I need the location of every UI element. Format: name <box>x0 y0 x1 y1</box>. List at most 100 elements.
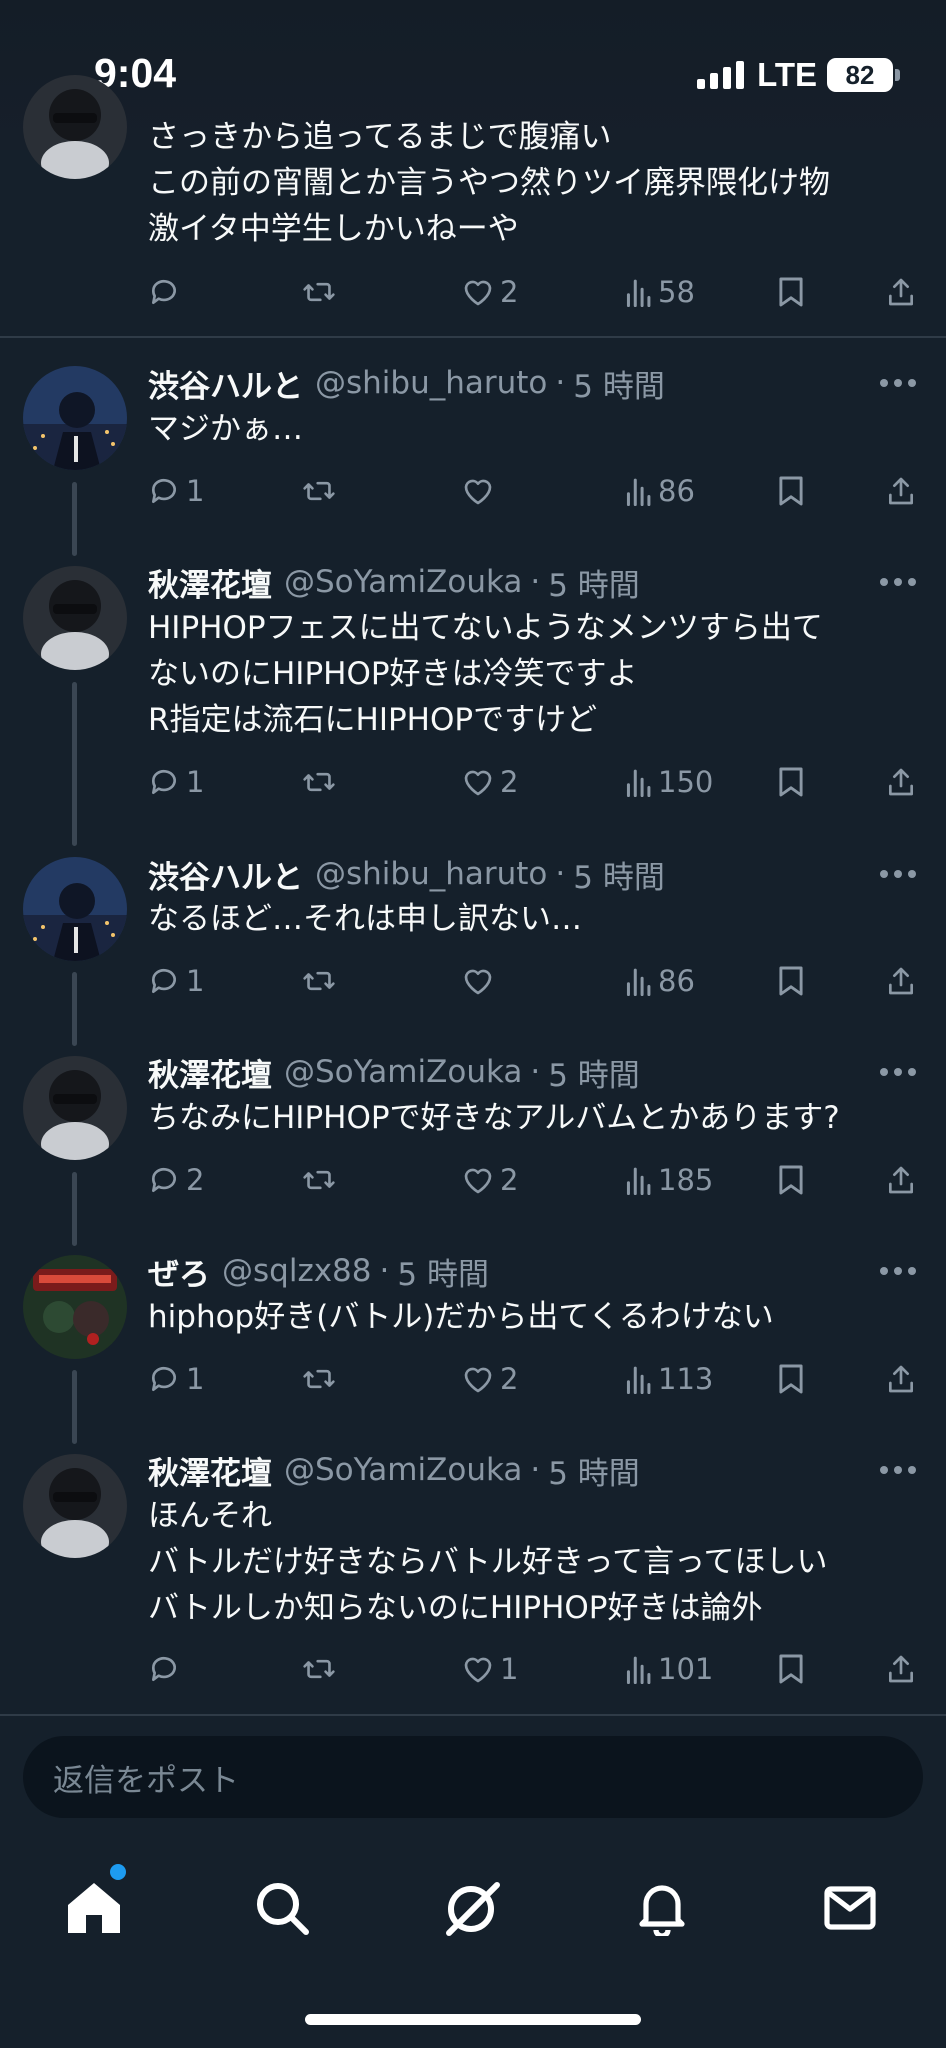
views-button[interactable]: 113 <box>624 1355 713 1403</box>
views-button[interactable]: 58 <box>624 268 695 316</box>
retweet-button[interactable] <box>302 1156 336 1204</box>
user-handle[interactable]: @SoYamiZouka <box>284 564 522 600</box>
like-button[interactable] <box>462 957 494 1005</box>
retweet-button[interactable] <box>302 1355 336 1403</box>
more-options-button[interactable] <box>874 1050 922 1094</box>
retweet-button[interactable] <box>302 268 336 316</box>
like-button[interactable]: 2 <box>462 1355 518 1403</box>
heart-icon <box>464 1168 492 1194</box>
timestamp[interactable]: 5 時間 <box>548 1448 640 1493</box>
share-icon <box>889 967 914 995</box>
view-count: 86 <box>658 474 695 508</box>
separator-dot: · <box>530 1054 541 1090</box>
avatar[interactable] <box>23 566 127 670</box>
timestamp[interactable]: 5 時間 <box>573 852 665 897</box>
reply-icon <box>151 1656 176 1681</box>
nav-home[interactable] <box>54 1864 134 1948</box>
reply-button[interactable]: 1 <box>148 467 204 515</box>
timestamp[interactable]: 5 時間 <box>548 560 640 605</box>
user-handle[interactable]: @SoYamiZouka <box>284 1452 522 1488</box>
share-icon <box>889 1166 914 1194</box>
reply-button[interactable] <box>148 1645 180 1693</box>
display-name[interactable]: ぜろ <box>148 1249 210 1294</box>
display-name[interactable]: 渋谷ハルと <box>148 361 303 406</box>
views-button[interactable]: 101 <box>624 1645 713 1693</box>
like-button[interactable]: 1 <box>462 1645 518 1693</box>
views-button[interactable]: 86 <box>624 957 695 1005</box>
share-button[interactable] <box>886 467 916 515</box>
user-handle[interactable]: @shibu_haruto <box>315 365 547 401</box>
bookmark-icon <box>779 1165 803 1195</box>
reply-button[interactable]: 1 <box>148 758 204 806</box>
reply-button[interactable]: 1 <box>148 957 204 1005</box>
retweet-button[interactable] <box>302 758 336 806</box>
more-options-button[interactable] <box>874 1249 922 1293</box>
display-name[interactable]: 秋澤花壇 <box>148 1050 272 1095</box>
share-icon <box>889 1655 914 1683</box>
timestamp[interactable]: 5 時間 <box>548 1050 640 1095</box>
bookmark-button[interactable] <box>778 1645 804 1693</box>
share-button[interactable] <box>886 758 916 806</box>
views-button[interactable]: 185 <box>624 1156 713 1204</box>
nav-notifications[interactable] <box>622 1868 702 1948</box>
display-name[interactable]: 渋谷ハルと <box>148 852 303 897</box>
reply-count: 1 <box>186 474 205 508</box>
battery-nub <box>895 69 900 81</box>
avatar[interactable] <box>23 1056 127 1160</box>
bookmark-button[interactable] <box>778 758 804 806</box>
like-button[interactable]: 2 <box>462 268 518 316</box>
share-button[interactable] <box>886 268 916 316</box>
bookmark-button[interactable] <box>778 957 804 1005</box>
reply-input[interactable]: 返信をポスト <box>23 1736 923 1818</box>
reply-icon <box>151 968 176 993</box>
reply-button[interactable]: 1 <box>148 1355 204 1403</box>
more-options-button[interactable] <box>874 361 922 405</box>
reply-count: 1 <box>186 765 205 799</box>
share-button[interactable] <box>886 1355 916 1403</box>
thread-line <box>72 482 77 556</box>
share-icon <box>889 477 914 505</box>
reply-button[interactable]: 2 <box>148 1156 204 1204</box>
views-button[interactable]: 86 <box>624 467 695 515</box>
more-options-button[interactable] <box>874 1448 922 1492</box>
retweet-button[interactable] <box>302 1645 336 1693</box>
bookmark-button[interactable] <box>778 1355 804 1403</box>
retweet-button[interactable] <box>302 957 336 1005</box>
like-button[interactable]: 2 <box>462 1156 518 1204</box>
retweet-button[interactable] <box>302 467 336 515</box>
retweet-icon <box>303 1369 335 1389</box>
timestamp[interactable]: 5 時間 <box>573 361 665 406</box>
user-handle[interactable]: @shibu_haruto <box>315 856 547 892</box>
avatar[interactable] <box>23 1255 127 1359</box>
share-button[interactable] <box>886 957 916 1005</box>
nav-messages[interactable] <box>810 1868 890 1948</box>
avatar[interactable] <box>23 75 127 179</box>
user-handle[interactable]: @SoYamiZouka <box>284 1054 522 1090</box>
view-count: 113 <box>658 1362 714 1396</box>
avatar[interactable] <box>23 1454 127 1558</box>
display-name[interactable]: 秋澤花壇 <box>148 1448 272 1493</box>
bookmark-button[interactable] <box>778 268 804 316</box>
bookmark-button[interactable] <box>778 467 804 515</box>
more-options-button[interactable] <box>874 852 922 896</box>
like-button[interactable] <box>462 467 494 515</box>
views-button[interactable]: 150 <box>624 758 713 806</box>
mail-icon <box>824 1886 876 1930</box>
bookmark-button[interactable] <box>778 1156 804 1204</box>
bookmark-icon <box>779 277 803 307</box>
share-button[interactable] <box>886 1645 916 1693</box>
nav-search[interactable] <box>242 1868 322 1948</box>
avatar[interactable] <box>23 857 127 961</box>
display-name[interactable]: 秋澤花壇 <box>148 560 272 605</box>
heart-icon <box>464 280 492 306</box>
timestamp[interactable]: 5 時間 <box>397 1249 489 1294</box>
share-button[interactable] <box>886 1156 916 1204</box>
views-icon <box>626 968 651 996</box>
view-count: 101 <box>658 1652 714 1686</box>
nav-grok[interactable] <box>432 1868 512 1948</box>
avatar[interactable] <box>23 366 127 470</box>
user-handle[interactable]: @sqlzx88 <box>222 1253 372 1289</box>
reply-button[interactable] <box>148 268 180 316</box>
more-options-button[interactable] <box>874 560 922 604</box>
like-button[interactable]: 2 <box>462 758 518 806</box>
